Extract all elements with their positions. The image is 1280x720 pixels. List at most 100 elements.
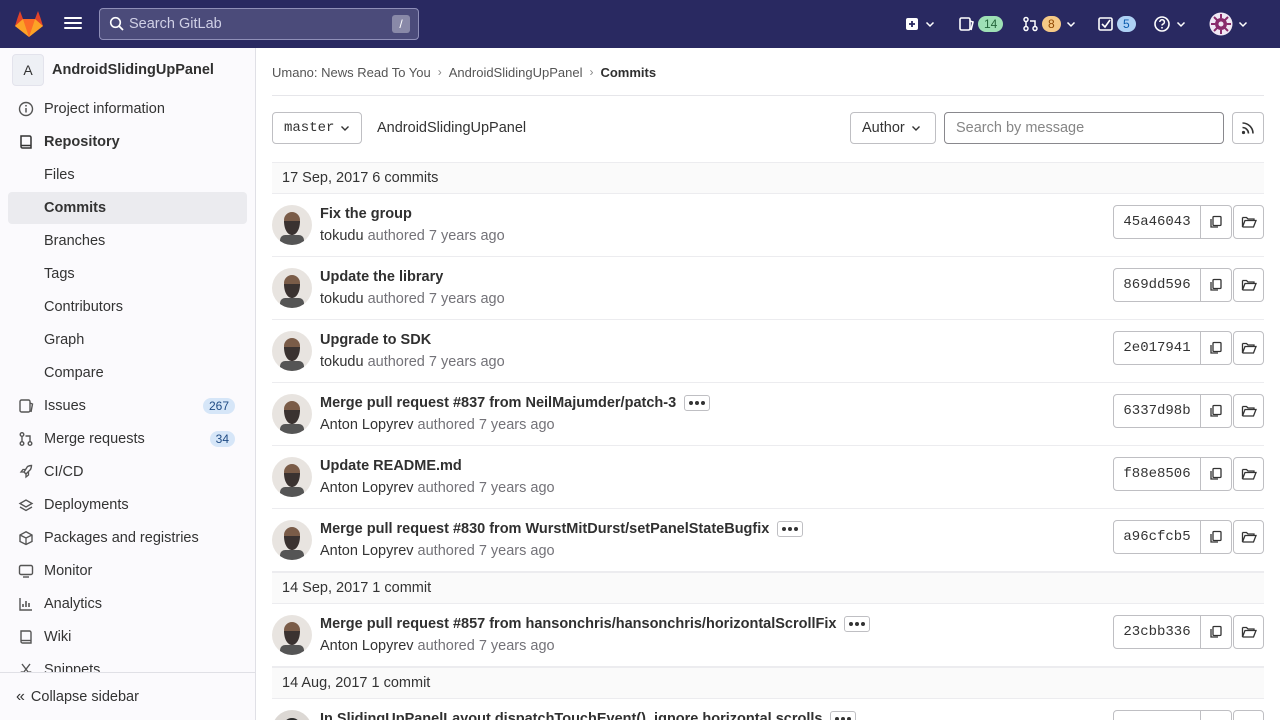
commit-sha-label[interactable]: 6337d98b: [1113, 394, 1201, 428]
browse-files-button[interactable]: [1233, 331, 1264, 365]
todos-nav[interactable]: 5: [1097, 12, 1136, 36]
commit-author-link[interactable]: tokudu: [320, 291, 364, 307]
commit-sha-label[interactable]: 23cbb336: [1113, 615, 1201, 649]
sidebar-item-project-information[interactable]: Project information: [8, 93, 247, 125]
copy-sha-button[interactable]: [1201, 268, 1232, 302]
browse-files-button[interactable]: [1233, 205, 1264, 239]
sidebar-item-repository[interactable]: Repository: [8, 126, 247, 158]
commit-message-search-input[interactable]: [944, 112, 1224, 144]
toggle-description-button[interactable]: [777, 521, 804, 537]
toggle-description-button[interactable]: [830, 711, 857, 720]
commit-title[interactable]: Fix the group: [320, 206, 412, 222]
sidebar-item-branches[interactable]: Branches: [8, 225, 247, 257]
browse-files-button[interactable]: [1233, 268, 1264, 302]
sidebar-item-ci-cd[interactable]: CI/CD: [8, 456, 247, 488]
sidebar-item-compare[interactable]: Compare: [8, 357, 247, 389]
toggle-description-button[interactable]: [844, 616, 871, 632]
collapse-sidebar-button[interactable]: « Collapse sidebar: [0, 672, 255, 720]
browse-files-button[interactable]: [1233, 710, 1264, 720]
new-item-dropdown[interactable]: [904, 12, 935, 36]
sidebar-item-label: Deployments: [44, 497, 129, 513]
commit-title[interactable]: Update the library: [320, 269, 443, 285]
sidebar-project-header[interactable]: A AndroidSlidingUpPanel: [12, 54, 214, 86]
copy-sha-button[interactable]: [1201, 615, 1232, 649]
sidebar-item-label: Merge requests: [44, 431, 145, 447]
commit-sha-label[interactable]: f88e8506: [1113, 457, 1201, 491]
author-filter-dropdown[interactable]: Author: [850, 112, 936, 144]
copy-icon: [1210, 467, 1222, 480]
sidebar-item-wiki[interactable]: Wiki: [8, 621, 247, 653]
browse-files-button[interactable]: [1233, 394, 1264, 428]
commit-author-link[interactable]: tokudu: [320, 228, 364, 244]
sidebar-item-graph[interactable]: Graph: [8, 324, 247, 356]
merge-request-icon: [19, 432, 33, 446]
author-avatar[interactable]: [272, 615, 312, 655]
sidebar-item-deployments[interactable]: Deployments: [8, 489, 247, 521]
menu-icon[interactable]: [62, 14, 84, 34]
gitlab-logo-icon[interactable]: [14, 10, 44, 38]
author-avatar[interactable]: [272, 331, 312, 371]
commit-sha-label[interactable]: 2e017941: [1113, 331, 1201, 365]
breadcrumb-project-link[interactable]: AndroidSlidingUpPanel: [449, 65, 583, 80]
sidebar-item-packages-registries[interactable]: Packages and registries: [8, 522, 247, 554]
merge-requests-nav[interactable]: 8: [1022, 12, 1076, 36]
author-avatar[interactable]: [272, 457, 312, 497]
commit-sha-group: 2e017941: [1113, 331, 1264, 365]
help-dropdown[interactable]: [1153, 12, 1186, 36]
issues-nav[interactable]: 14: [958, 12, 1004, 36]
rss-feed-button[interactable]: [1232, 112, 1264, 144]
copy-sha-button[interactable]: [1201, 520, 1232, 554]
sidebar-item-files[interactable]: Files: [8, 159, 247, 191]
copy-sha-button[interactable]: [1201, 457, 1232, 491]
commit-title[interactable]: Upgrade to SDK: [320, 332, 431, 348]
rss-icon: [1241, 122, 1254, 135]
author-avatar[interactable]: [272, 268, 312, 308]
sidebar-item-commits[interactable]: Commits: [8, 192, 247, 224]
repository-path[interactable]: AndroidSlidingUpPanel: [377, 120, 526, 136]
author-avatar[interactable]: [272, 710, 312, 720]
copy-sha-button[interactable]: [1201, 394, 1232, 428]
chevron-down-icon: [1238, 21, 1248, 28]
chevron-right-icon: ›: [437, 65, 442, 79]
author-avatar[interactable]: [272, 205, 312, 245]
chevron-down-icon: [1176, 21, 1186, 28]
commit-author-link[interactable]: Anton Lopyrev: [320, 480, 414, 496]
user-menu[interactable]: [1209, 12, 1248, 36]
sidebar-item-label: Monitor: [44, 563, 93, 579]
breadcrumb-group-link[interactable]: Umano: News Read To You: [272, 65, 431, 80]
author-avatar[interactable]: [272, 394, 312, 434]
copy-sha-button[interactable]: [1201, 710, 1232, 720]
sidebar-item-issues[interactable]: Issues 267: [8, 390, 247, 422]
sidebar-item-contributors[interactable]: Contributors: [8, 291, 247, 323]
browse-files-button[interactable]: [1233, 520, 1264, 554]
commit-sha-label[interactable]: a96cfcb5: [1113, 520, 1201, 554]
commit-title[interactable]: In SlidingUpPanelLayout.dispatchTouchEve…: [320, 711, 857, 720]
commit-author-link[interactable]: tokudu: [320, 354, 364, 370]
author-avatar[interactable]: [272, 520, 312, 560]
browse-files-button[interactable]: [1233, 457, 1264, 491]
sidebar-item-analytics[interactable]: Analytics: [8, 588, 247, 620]
commit-title[interactable]: Merge pull request #837 from NeilMajumde…: [320, 395, 711, 411]
commit-row: Merge pull request #837 from NeilMajumde…: [272, 383, 1264, 446]
commit-sha-label[interactable]: 45a46043: [1113, 205, 1201, 239]
sidebar-item-monitor[interactable]: Monitor: [8, 555, 247, 587]
branch-selector-dropdown[interactable]: master: [272, 112, 362, 144]
commit-author-link[interactable]: Anton Lopyrev: [320, 638, 414, 654]
global-search-input[interactable]: Search GitLab /: [99, 8, 419, 40]
commit-author-link[interactable]: Anton Lopyrev: [320, 543, 414, 559]
commit-sha-label[interactable]: 869dd596: [1113, 268, 1201, 302]
toggle-description-button[interactable]: [684, 395, 711, 411]
copy-sha-button[interactable]: [1201, 331, 1232, 365]
commit-author-link[interactable]: Anton Lopyrev: [320, 417, 414, 433]
commit-title[interactable]: Merge pull request #857 from hansonchris…: [320, 616, 871, 632]
sidebar-item-merge-requests[interactable]: Merge requests 34: [8, 423, 247, 455]
commit-title[interactable]: Merge pull request #830 from WurstMitDur…: [320, 521, 804, 537]
commit-title[interactable]: Update README.md: [320, 458, 462, 474]
branch-name: master: [284, 120, 335, 136]
commit-meta: Anton Lopyrev authored 7 years ago: [320, 480, 555, 496]
browse-files-button[interactable]: [1233, 615, 1264, 649]
sidebar-item-tags[interactable]: Tags: [8, 258, 247, 290]
breadcrumb-current[interactable]: Commits: [600, 65, 656, 80]
commit-sha-label[interactable]: [1113, 710, 1201, 720]
copy-sha-button[interactable]: [1201, 205, 1232, 239]
